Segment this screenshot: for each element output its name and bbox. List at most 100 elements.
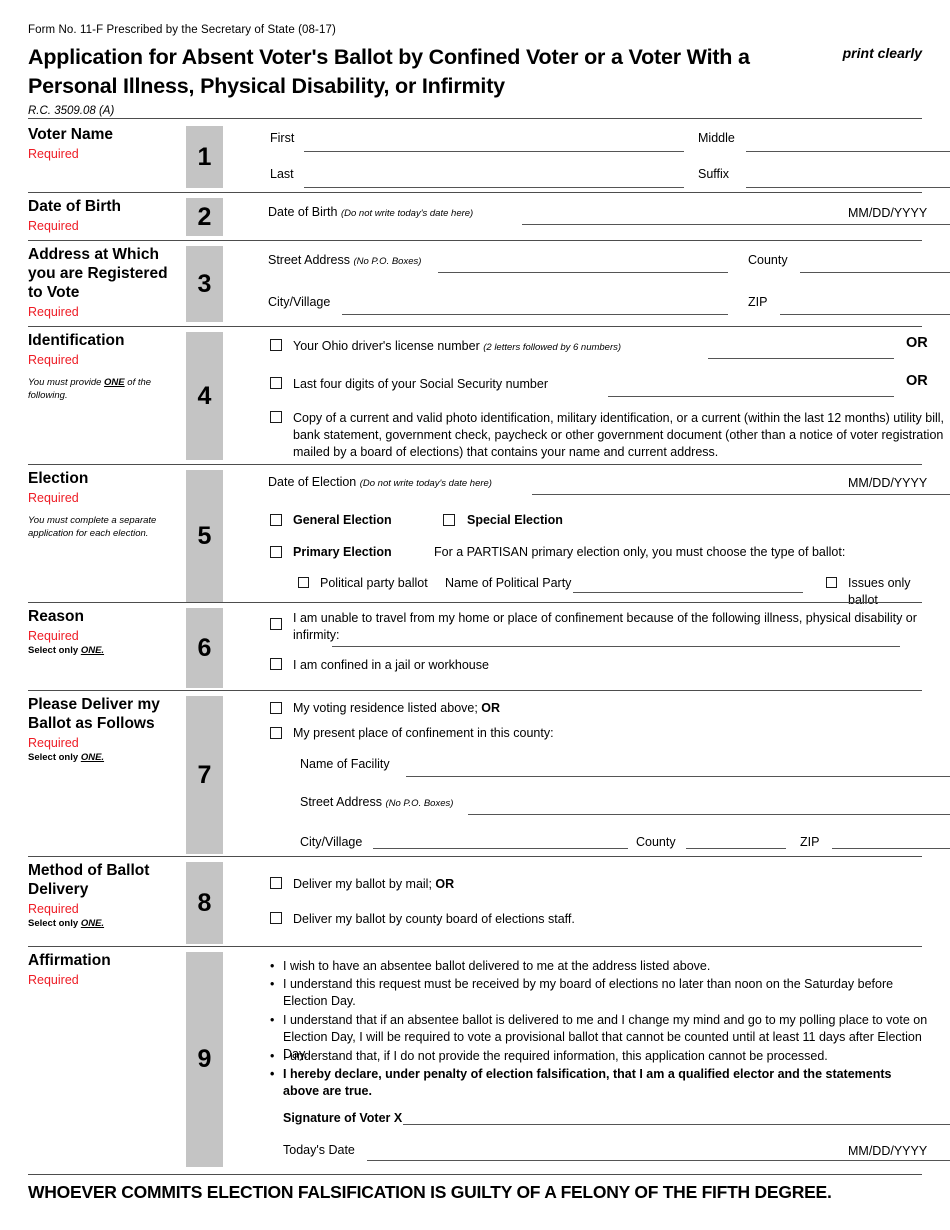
checkbox-drivers-license[interactable]	[270, 339, 282, 351]
page-title: Application for Absent Voter's Ballot by…	[28, 45, 750, 98]
election-date-note: (Do not write today's date here)	[359, 478, 492, 489]
signature-input[interactable]	[403, 1124, 950, 1125]
section-1-voter-name: Voter Name Required 1 First Middle Last …	[28, 126, 950, 188]
section-1-number: 1	[197, 142, 212, 171]
todays-date-label: Today's Date	[283, 1143, 355, 1157]
checkbox-primary-election[interactable]	[270, 546, 282, 558]
todays-date-input[interactable]	[367, 1160, 950, 1161]
section-5-body: Date of Election (Do not write today's d…	[238, 470, 950, 607]
dob-label: Date of Birth (Do not write today's date…	[268, 206, 473, 219]
print-clearly-note: print clearly	[842, 45, 922, 61]
section-3-number: 3	[197, 269, 212, 298]
drivers-license-input[interactable]	[708, 358, 894, 359]
section-2-heading: Date of Birth	[28, 198, 121, 215]
section-4-identification: Identification Required You must provide…	[28, 332, 944, 460]
street-address-input[interactable]	[438, 272, 728, 273]
drivers-license-text: Your Ohio driver's license number	[293, 339, 480, 353]
section-1-body: First Middle Last Suffix	[238, 126, 950, 188]
section-8-required: Required	[28, 901, 79, 916]
revised-code-citation: R.C. 3509.08 (A)	[28, 105, 115, 118]
party-name-label: Name of Political Party	[445, 576, 572, 590]
section-4-required: Required	[28, 352, 79, 367]
last-name-input[interactable]	[304, 187, 684, 188]
zip-input[interactable]	[780, 314, 950, 315]
suffix-input[interactable]	[746, 187, 950, 188]
section-4-body: Your Ohio driver's license number (2 let…	[238, 332, 944, 460]
confinement-street-input[interactable]	[468, 814, 950, 815]
county-input[interactable]	[800, 272, 950, 273]
section-1-label: Voter Name Required	[28, 126, 178, 162]
section-divider	[28, 118, 922, 119]
drivers-license-note: (2 letters followed by 6 numbers)	[483, 342, 622, 353]
confinement-zip-input[interactable]	[832, 848, 950, 849]
street-address-label: Street Address (No P.O. Boxes)	[268, 254, 421, 267]
street-address-note: (No P.O. Boxes)	[353, 256, 422, 267]
city-village-input[interactable]	[342, 314, 728, 315]
election-date-input[interactable]	[532, 494, 950, 495]
checkbox-special-election[interactable]	[443, 514, 455, 526]
checkbox-ssn[interactable]	[270, 377, 282, 389]
zip-label: ZIP	[748, 295, 768, 309]
section-divider	[28, 856, 922, 857]
confinement-county-input[interactable]	[686, 848, 786, 849]
section-9-body: I wish to have an absentee ballot delive…	[238, 952, 950, 1167]
confinement-city-input[interactable]	[373, 848, 628, 849]
illness-description-input[interactable]	[332, 646, 900, 647]
deliver-by-mail-option: Deliver my ballot by mail; OR	[293, 877, 455, 891]
confinement-county-label: County	[636, 835, 676, 849]
falsification-warning: WHOEVER COMMITS ELECTION FALSIFICATION I…	[28, 1182, 832, 1202]
election-date-format-hint: MM/DD/YYYY	[848, 476, 928, 490]
party-name-input[interactable]	[573, 592, 803, 593]
section-6-number-box: 6	[186, 608, 223, 688]
facility-name-input[interactable]	[406, 776, 950, 777]
facility-name-label: Name of Facility	[300, 757, 390, 771]
section-5-election: Election Required You must complete a se…	[28, 470, 950, 607]
section-3-body: Street Address (No P.O. Boxes) County Ci…	[238, 246, 950, 322]
checkbox-unable-to-travel[interactable]	[270, 618, 282, 630]
dob-note: (Do not write today's date here)	[340, 208, 474, 219]
section-1-heading: Voter Name	[28, 126, 113, 143]
checkbox-deliver-by-staff[interactable]	[270, 912, 282, 924]
section-divider	[28, 326, 922, 327]
middle-name-label: Middle	[698, 131, 735, 145]
form-header: Form No. 11-F Prescribed by the Secretar…	[28, 24, 922, 117]
ssn-input[interactable]	[608, 396, 894, 397]
election-date-label-text: Date of Election	[268, 475, 357, 489]
last-name-label: Last	[270, 167, 294, 181]
section-9-number-box: 9	[186, 952, 223, 1167]
section-8-number-box: 8	[186, 862, 223, 944]
section-7-required: Required	[28, 735, 79, 750]
section-5-number-box: 5	[186, 470, 223, 602]
section-6-label: Reason Required Select only ONE.	[28, 608, 178, 658]
checkbox-political-party-ballot[interactable]	[298, 577, 309, 588]
checkbox-deliver-by-mail[interactable]	[270, 877, 282, 889]
section-4-heading: Identification	[28, 332, 125, 349]
middle-name-input[interactable]	[746, 151, 950, 152]
checkbox-photo-id[interactable]	[270, 411, 282, 423]
checkbox-voting-residence[interactable]	[270, 702, 282, 714]
special-election-label: Special Election	[467, 513, 563, 527]
first-name-input[interactable]	[304, 151, 684, 152]
checkbox-general-election[interactable]	[270, 514, 282, 526]
section-6-body: I am unable to travel from my home or pl…	[238, 608, 922, 688]
election-date-label: Date of Election (Do not write today's d…	[268, 476, 492, 489]
section-2-number-box: 2	[186, 198, 223, 236]
section-9-label: Affirmation Required	[28, 952, 178, 988]
section-9-number: 9	[197, 1045, 212, 1073]
section-5-number: 5	[197, 521, 212, 550]
section-7-select-one: Select only ONE.	[28, 752, 105, 764]
affirmation-bullet: I understand that, if I do not provide t…	[270, 1048, 950, 1065]
general-election-label: General Election	[293, 513, 392, 527]
section-4-number: 4	[197, 381, 212, 410]
checkbox-issues-only-ballot[interactable]	[826, 577, 837, 588]
dob-input[interactable]	[522, 224, 950, 225]
partisan-primary-note: For a PARTISAN primary election only, yo…	[434, 545, 846, 559]
or-label-1: OR	[906, 335, 928, 351]
section-5-label: Election Required You must complete a se…	[28, 470, 178, 540]
section-divider	[28, 192, 922, 193]
section-1-required: Required	[28, 146, 79, 161]
checkbox-confined-jail[interactable]	[270, 658, 282, 670]
checkbox-present-confinement[interactable]	[270, 727, 282, 739]
affirmation-bullet: I wish to have an absentee ballot delive…	[270, 958, 950, 975]
city-village-label: City/Village	[268, 295, 331, 309]
